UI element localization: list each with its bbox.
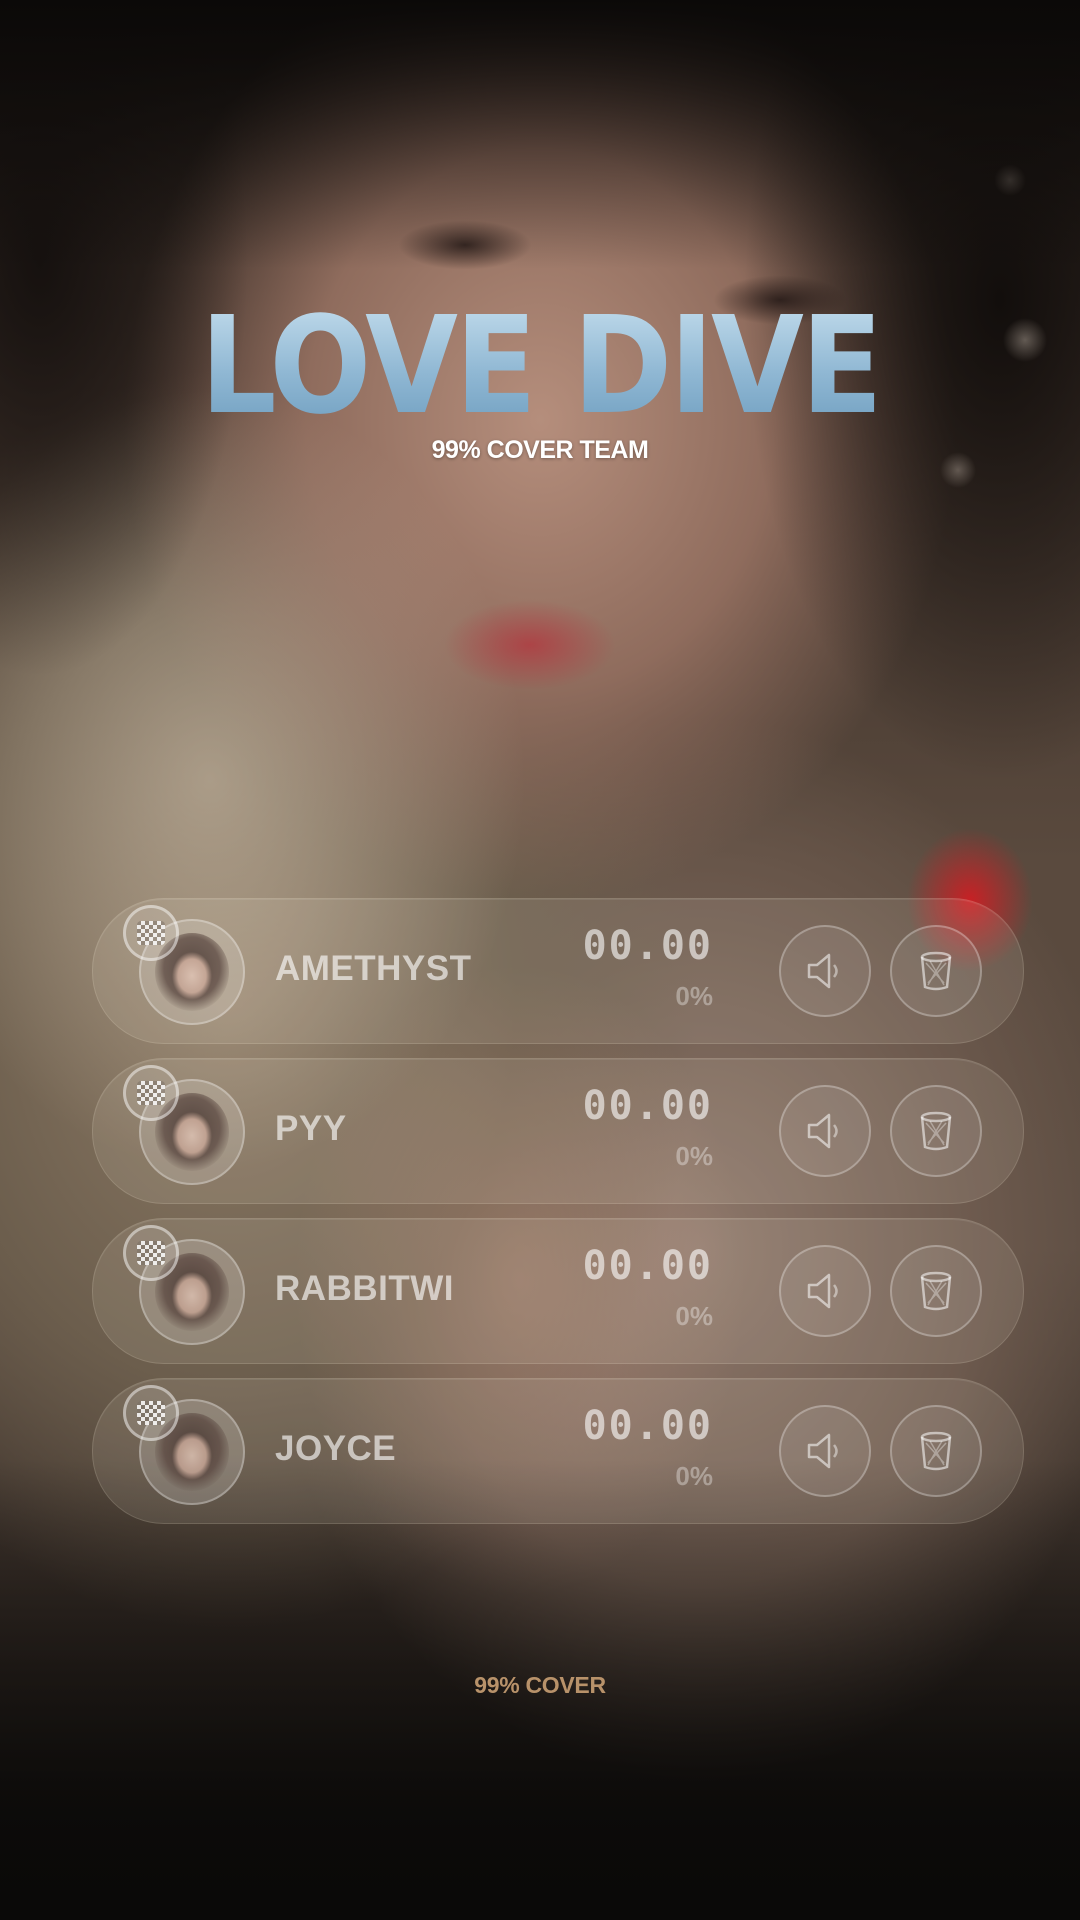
- track-name: RABBITWI: [275, 1269, 454, 1308]
- checker-badge-button[interactable]: [123, 1225, 179, 1281]
- delete-button[interactable]: [890, 1405, 982, 1497]
- checker-icon: [137, 1081, 165, 1105]
- checker-icon: [137, 1241, 165, 1265]
- track-row[interactable]: PYY 00.00 0%: [92, 1058, 1024, 1204]
- track-percent: 0%: [675, 1461, 713, 1491]
- track-percent: 0%: [675, 1301, 713, 1331]
- track-percent: 0%: [675, 1141, 713, 1171]
- trash-icon: [920, 1271, 952, 1311]
- checker-icon: [137, 1401, 165, 1425]
- delete-button[interactable]: [890, 925, 982, 1017]
- track-list: AMETHYST 00.00 0% PYY 00.00 0% RABBITWI …: [92, 898, 1024, 1538]
- track-time: 00.00: [582, 1243, 713, 1289]
- trash-icon: [920, 951, 952, 991]
- track-row[interactable]: AMETHYST 00.00 0%: [92, 898, 1024, 1044]
- mute-button[interactable]: [779, 1405, 871, 1497]
- track-time: 00.00: [582, 1403, 713, 1449]
- delete-button[interactable]: [890, 1085, 982, 1177]
- track-name: AMETHYST: [275, 949, 472, 988]
- track-time: 00.00: [582, 923, 713, 969]
- mute-button[interactable]: [779, 925, 871, 1017]
- delete-button[interactable]: [890, 1245, 982, 1337]
- trash-icon: [920, 1111, 952, 1151]
- title-block: LOVE DIVE 99% COVER TEAM: [0, 288, 1080, 465]
- checker-badge-button[interactable]: [123, 1385, 179, 1441]
- song-title: LOVE DIVE: [200, 288, 883, 445]
- mute-button[interactable]: [779, 1245, 871, 1337]
- speaker-icon: [807, 1433, 838, 1469]
- track-percent: 0%: [675, 981, 713, 1011]
- footer-label: 99% COVER: [474, 1672, 606, 1698]
- checker-icon: [137, 921, 165, 945]
- speaker-icon: [807, 953, 838, 989]
- track-time: 00.00: [582, 1083, 713, 1129]
- checker-badge-button[interactable]: [123, 905, 179, 961]
- mute-button[interactable]: [779, 1085, 871, 1177]
- track-name: PYY: [275, 1109, 347, 1148]
- speaker-icon: [807, 1113, 838, 1149]
- track-name: JOYCE: [275, 1429, 397, 1468]
- trash-icon: [920, 1431, 952, 1471]
- speaker-icon: [807, 1273, 838, 1309]
- track-row[interactable]: JOYCE 00.00 0%: [92, 1378, 1024, 1524]
- checker-badge-button[interactable]: [123, 1065, 179, 1121]
- track-row[interactable]: RABBITWI 00.00 0%: [92, 1218, 1024, 1364]
